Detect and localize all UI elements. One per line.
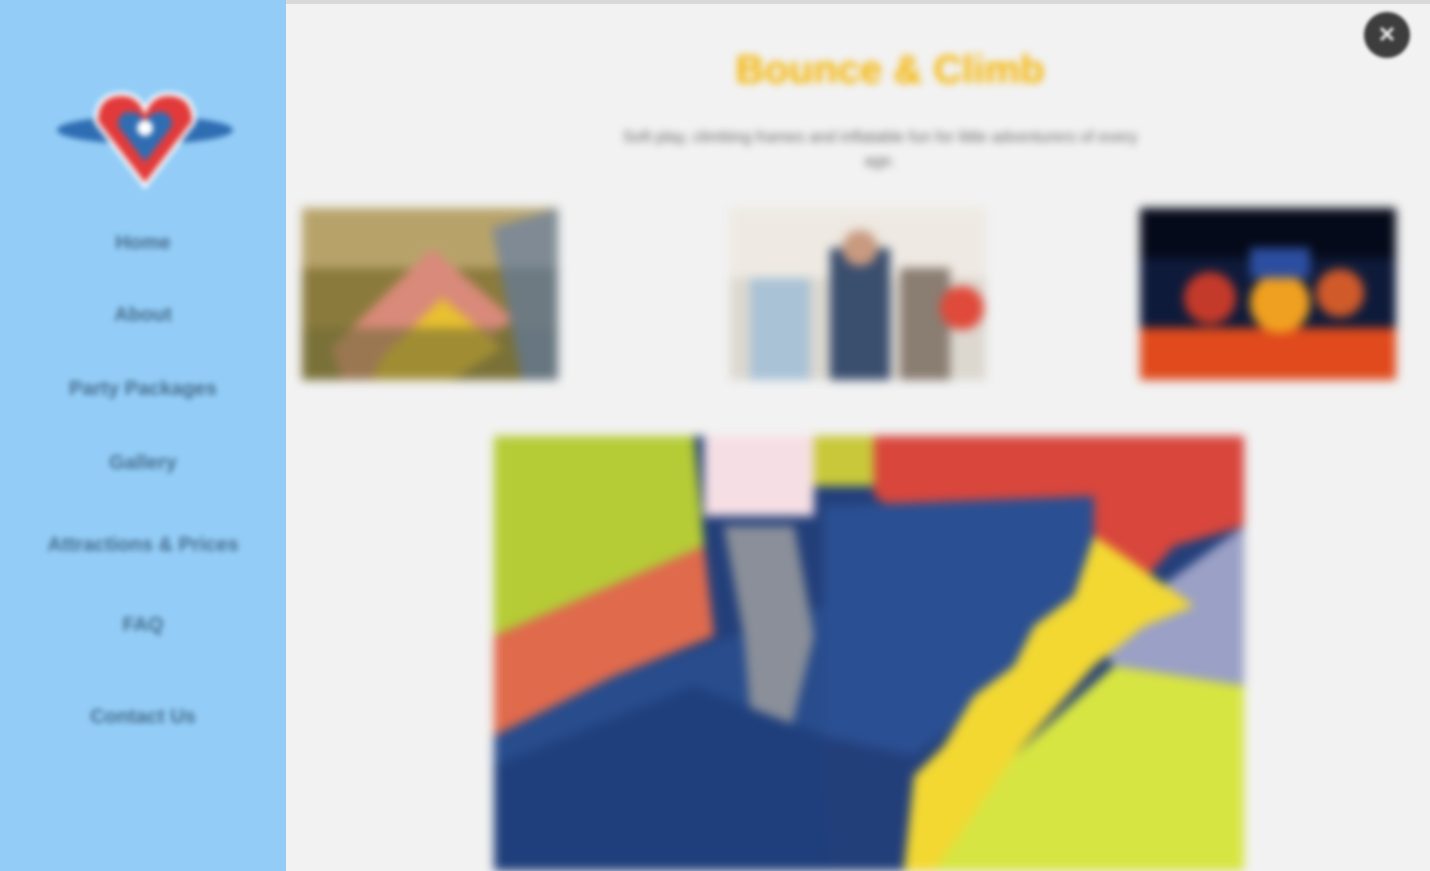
sidebar: Home About Party Packages Gallery Attrac… bbox=[0, 0, 286, 871]
photo-icon bbox=[302, 208, 558, 380]
nav-item-faq[interactable]: FAQ bbox=[0, 614, 286, 637]
logo-icon[interactable] bbox=[52, 82, 238, 192]
photo-icon bbox=[494, 436, 1244, 871]
nav-item-home[interactable]: Home bbox=[0, 232, 286, 255]
close-button[interactable]: ✕ bbox=[1364, 12, 1410, 58]
nav-item-contact[interactable]: Contact Us bbox=[0, 706, 286, 729]
gallery-thumb-kids[interactable] bbox=[730, 208, 986, 380]
page: Home About Party Packages Gallery Attrac… bbox=[0, 0, 1430, 871]
nav-item-gallery[interactable]: Gallery bbox=[0, 452, 286, 475]
photo-icon bbox=[1140, 208, 1396, 380]
photo-icon bbox=[730, 208, 986, 380]
nav-item-party-packages[interactable]: Party Packages bbox=[0, 378, 286, 401]
nav-item-attractions[interactable]: Attractions & Prices bbox=[0, 534, 286, 557]
page-subtitle: Soft play, climbing frames and inflatabl… bbox=[622, 129, 1138, 170]
featured-photo-soft-play bbox=[494, 436, 1244, 871]
gallery-thumb-climbing[interactable] bbox=[302, 208, 558, 380]
nav-item-about[interactable]: About bbox=[0, 304, 286, 327]
gallery-thumb-night[interactable] bbox=[1140, 208, 1396, 380]
page-title: Bounce & Climb bbox=[735, 48, 1045, 92]
close-icon: ✕ bbox=[1377, 22, 1397, 47]
